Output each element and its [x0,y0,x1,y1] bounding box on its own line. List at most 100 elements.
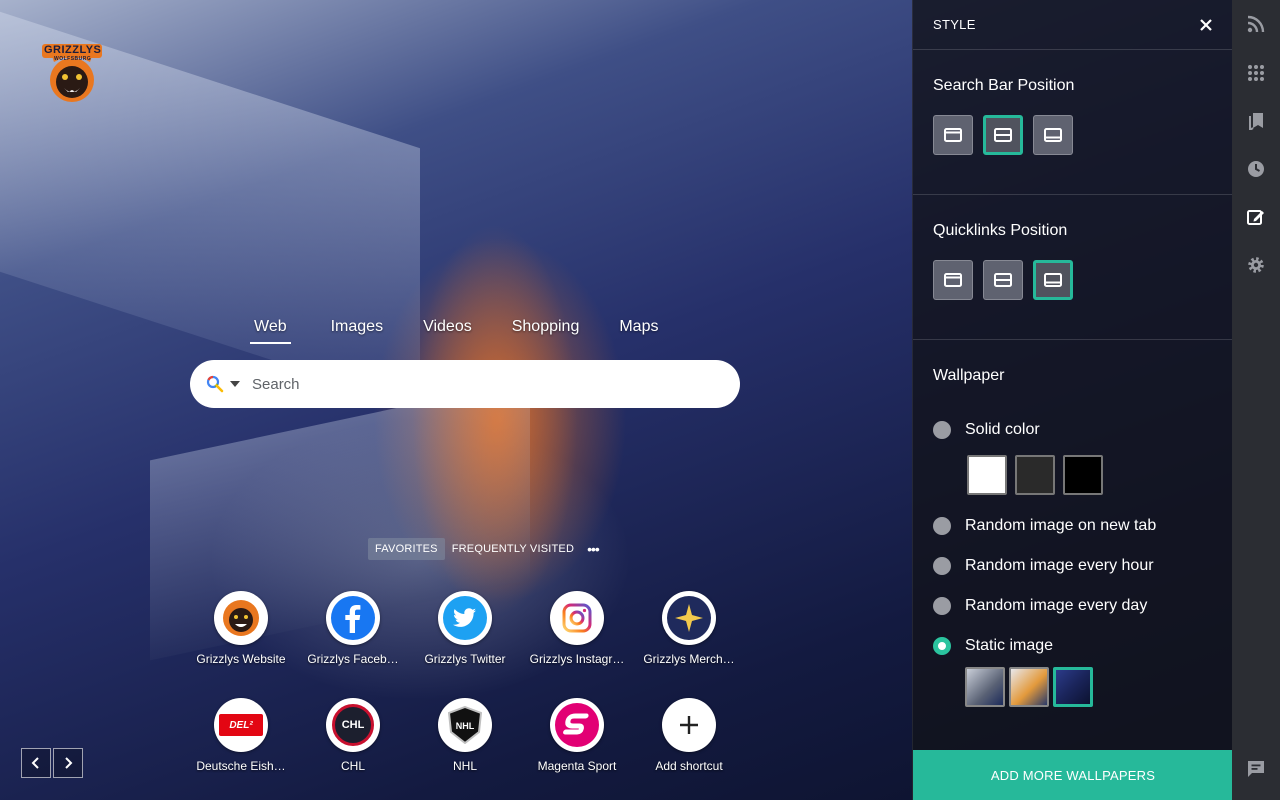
quicklink-deutsche-eishockey-liga[interactable]: DEL² Deutsche Eish… [191,698,291,773]
search-tab-maps[interactable]: Maps [619,318,658,344]
settings-gear-icon[interactable] [1244,253,1268,277]
quicklink-grizzlys-twitter[interactable]: Grizzlys Twitter [415,591,515,666]
quicklink-label: Grizzlys Merch… [643,652,735,666]
quicklink-magenta-sport[interactable]: Magenta Sport [527,698,627,773]
logo-text: GRIZZLYS [44,44,102,56]
quicklink-label: Add shortcut [655,759,723,773]
close-icon [1200,18,1212,31]
radio-button [933,517,951,535]
quicklink-chl[interactable]: CHL CHL [303,698,403,773]
next-wallpaper-button[interactable] [53,748,83,778]
position-middle-icon [994,128,1012,142]
rss-icon[interactable] [1244,12,1268,36]
merch-star-icon [662,591,716,645]
swatch-dark-gray[interactable] [1015,455,1055,495]
quicklink-nhl[interactable]: NHL NHL [415,698,515,773]
del-badge-text: DEL² [229,719,253,731]
wallpaper-section: Wallpaper Solid color Random image on ne… [913,340,1232,707]
wallpaper-option-static-image[interactable]: Static image [933,637,1212,655]
grizzlys-logo[interactable]: GRIZZLYS WOLFSBURG [40,40,104,106]
right-sidebar-rail [1232,0,1280,800]
chevron-left-icon [31,757,39,769]
add-more-wallpapers-button[interactable]: ADD MORE WALLPAPERS [913,750,1233,800]
search-tab-videos[interactable]: Videos [423,318,472,344]
quicklink-label: Grizzlys Instagr… [529,652,625,666]
quicklinks-position-section: Quicklinks Position [913,195,1232,340]
panel-title: STYLE [933,17,976,32]
chl-badge-text: CHL [341,719,365,731]
chevron-down-icon [230,381,240,387]
quicklink-grizzlys-merch[interactable]: Grizzlys Merch… [639,591,739,666]
wallpaper-option-random-every-hour[interactable]: Random image every hour [933,557,1212,575]
quicklink-label: Deutsche Eish… [196,759,286,773]
search-input[interactable] [252,375,692,393]
search-bar-position-top[interactable] [933,115,973,155]
add-shortcut-button[interactable]: Add shortcut [639,698,739,773]
wallpaper-option-solid-color[interactable]: Solid color [933,421,1212,439]
history-icon[interactable] [1244,157,1268,181]
search-tab-web[interactable]: Web [250,318,291,344]
wallpaper-option-random-new-tab[interactable]: Random image on new tab [933,517,1212,535]
position-middle-icon [994,273,1012,287]
tab-frequently-visited[interactable]: FREQUENTLY VISITED [445,538,581,560]
quicklink-label: Magenta Sport [537,759,617,773]
instagram-icon [550,591,604,645]
quicklink-grizzlys-facebook[interactable]: Grizzlys Faceb… [303,591,403,666]
solid-color-swatches [967,455,1212,495]
style-edit-icon[interactable] [1244,205,1268,229]
quicklink-grizzlys-website[interactable]: Grizzlys Website [191,591,291,666]
style-panel: STYLE Search Bar Position Quicklinks Pos… [912,0,1233,800]
search-bar [190,360,740,408]
facebook-icon [326,591,380,645]
quicklink-grizzlys-instagram[interactable]: Grizzlys Instagr… [527,591,627,666]
search-tab-images[interactable]: Images [331,318,383,344]
search-type-tabs: Web Images Videos Shopping Maps [250,318,698,344]
tab-favorites[interactable]: FAVORITES [368,538,445,560]
position-top-icon [944,128,962,142]
chevron-right-icon [65,757,73,769]
search-bar-position-options [933,115,1212,155]
quicklink-label: Grizzlys Faceb… [307,652,399,666]
search-bar-position-section: Search Bar Position [913,50,1232,195]
radio-button [933,421,951,439]
radio-button [933,597,951,615]
del-logo-icon: DEL² [214,698,268,752]
radio-label: Static image [965,637,1054,654]
wallpaper-option-random-every-day[interactable]: Random image every day [933,597,1212,615]
nhl-badge-text: NHL [455,721,475,731]
close-panel-button[interactable] [1200,18,1212,31]
grizzlys-bear-icon [214,591,268,645]
apps-grid-icon[interactable] [1244,61,1268,85]
radio-button-checked [933,637,951,655]
bookmarks-icon[interactable] [1244,109,1268,133]
search-bar-position-heading: Search Bar Position [933,77,1075,94]
position-top-icon [944,273,962,287]
position-bottom-icon [1044,273,1062,287]
wallpaper-heading: Wallpaper [933,367,1005,384]
radio-label: Random image every day [965,597,1148,614]
quicklinks-position-top[interactable] [933,260,973,300]
previous-wallpaper-button[interactable] [21,748,51,778]
search-tab-shopping[interactable]: Shopping [512,318,580,344]
quicklinks-position-bottom[interactable] [1033,260,1073,300]
wallpaper-thumbnail-2[interactable] [1009,667,1049,707]
search-engine-selector[interactable] [206,375,240,393]
quicklink-label: Grizzlys Twitter [424,652,506,666]
quicklinks-position-middle[interactable] [983,260,1023,300]
quicklinks-position-options [933,260,1212,300]
more-options-icon[interactable]: ••• [587,541,600,557]
wallpaper-thumbnail-3[interactable] [1053,667,1093,707]
search-bar-position-middle[interactable] [983,115,1023,155]
nhl-logo-icon: NHL [438,698,492,752]
search-bar-position-bottom[interactable] [1033,115,1073,155]
wallpaper-thumbnail-1[interactable] [965,667,1005,707]
quicklink-label: CHL [340,759,365,773]
position-bottom-icon [1044,128,1062,142]
panel-header: STYLE [913,0,1232,50]
search-icon [206,375,224,393]
logo-subtext: WOLFSBURG [54,56,92,62]
swatch-white[interactable] [967,455,1007,495]
radio-button [933,557,951,575]
swatch-black[interactable] [1063,455,1103,495]
feedback-icon[interactable] [1244,757,1268,781]
